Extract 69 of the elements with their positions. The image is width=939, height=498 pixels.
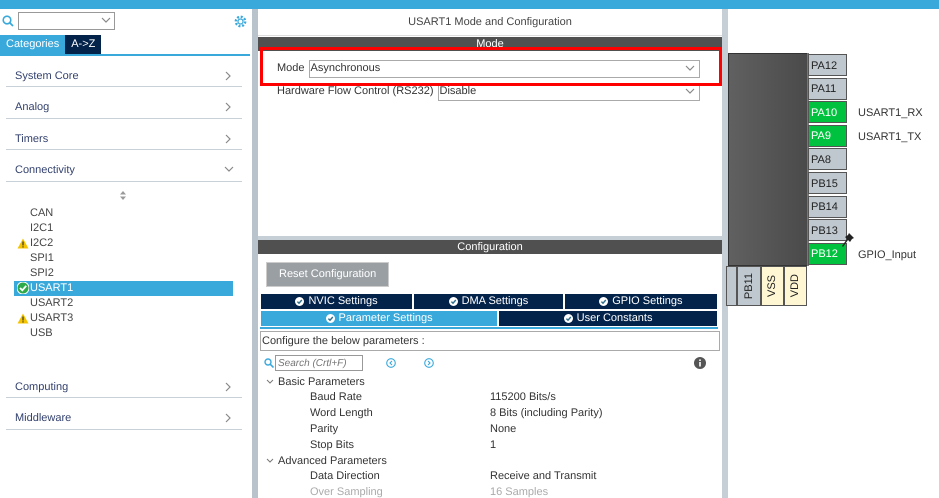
- check-circle-icon: [448, 296, 458, 306]
- pin[interactable]: PB13: [808, 219, 847, 242]
- search-icon: [2, 15, 14, 27]
- check-circle-icon: [295, 296, 304, 306]
- pin[interactable]: VDD: [784, 266, 807, 306]
- peripheral-item[interactable]: USB: [14, 326, 233, 340]
- description-box: Configure the below parameters :: [260, 330, 720, 351]
- search-icon: [264, 358, 274, 368]
- pin[interactable]: PA8: [808, 148, 847, 170]
- check-circle-icon: [564, 314, 573, 322]
- field-label: Hardware Flow Control (RS232): [277, 84, 434, 100]
- parameter-value[interactable]: None: [490, 421, 516, 438]
- parameter-name: Baud Rate: [309, 390, 363, 406]
- check-circle-icon: [599, 296, 608, 306]
- peripheral-item[interactable]: SPI2: [14, 266, 233, 280]
- parameter-value[interactable]: 1: [490, 436, 496, 454]
- peripheral-item[interactable]: SPI1: [14, 250, 233, 266]
- peripheral-item[interactable]: USART3: [14, 310, 233, 326]
- caret-icon: [685, 64, 695, 74]
- category-header[interactable]: Middleware: [6, 398, 242, 430]
- info-icon: [694, 357, 706, 369]
- group-label: Advanced Parameters: [278, 454, 387, 469]
- parameter-name: Stop Bits: [309, 438, 356, 453]
- next-icon[interactable]: [424, 358, 434, 368]
- pin[interactable]: PB14: [808, 196, 847, 218]
- pin[interactable]: VSS: [761, 266, 784, 306]
- pin[interactable]: [726, 266, 737, 306]
- panel-title: USART1 Mode and Configuration: [258, 9, 722, 36]
- chevron-down-icon[interactable]: [266, 378, 274, 386]
- scroll-arrows-icon: [120, 190, 126, 200]
- caret-icon: [685, 86, 695, 96]
- section-header: Configuration: [258, 240, 722, 254]
- pin[interactable]: PB11: [737, 266, 761, 306]
- search-combo-field[interactable]: [18, 12, 115, 30]
- category-tab[interactable]: A->Z: [65, 35, 102, 54]
- search-field[interactable]: Search (Crtl+F): [275, 355, 363, 371]
- category-header[interactable]: Computing: [6, 366, 242, 398]
- settings-icon: [234, 14, 247, 28]
- category-header[interactable]: Connectivity: [6, 150, 242, 182]
- settings-tab[interactable]: User Constants: [498, 310, 718, 326]
- category-header[interactable]: System Core: [6, 56, 242, 87]
- settings-tab[interactable]: NVIC Settings: [260, 292, 414, 310]
- pin[interactable]: PA11: [808, 78, 847, 100]
- check-circle-icon: [326, 314, 334, 322]
- peripheral-item[interactable]: CAN: [14, 206, 233, 220]
- parameter-name: Parity: [309, 422, 340, 438]
- parameter-name: Data Direction: [309, 469, 381, 484]
- pin[interactable]: PB15: [808, 172, 847, 194]
- pin[interactable]: PA12: [808, 54, 847, 76]
- parameter-value[interactable]: 115200 Bits/s: [490, 389, 556, 406]
- previous-icon[interactable]: [386, 358, 396, 368]
- parameter-value[interactable]: 8 Bits (including Parity): [490, 405, 602, 422]
- peripheral-item[interactable]: I2C1: [14, 220, 233, 236]
- parameter-name: Over Sampling: [309, 485, 384, 498]
- category-header[interactable]: Analog: [6, 87, 242, 118]
- settings-tab[interactable]: DMA Settings: [413, 292, 564, 310]
- pin-signal-label: USART1_TX: [858, 130, 922, 145]
- peripheral-item[interactable]: I2C2: [14, 236, 233, 250]
- parameter-value[interactable]: Receive and Transmit: [490, 468, 596, 485]
- pin-signal-label: USART1_RX: [858, 106, 923, 122]
- chevron-down-icon[interactable]: [266, 456, 274, 465]
- pin-signal-label: GPIO_Input: [858, 248, 916, 263]
- settings-tab[interactable]: GPIO Settings: [564, 292, 718, 310]
- peripheral-item[interactable]: USART2: [14, 296, 233, 310]
- category-header[interactable]: Timers: [6, 118, 242, 150]
- field-label: Mode: [277, 61, 305, 76]
- group-label: Basic Parameters: [278, 374, 365, 390]
- parameter-name: Word Length: [309, 406, 374, 422]
- dropdown-field[interactable]: Asynchronous: [308, 60, 700, 78]
